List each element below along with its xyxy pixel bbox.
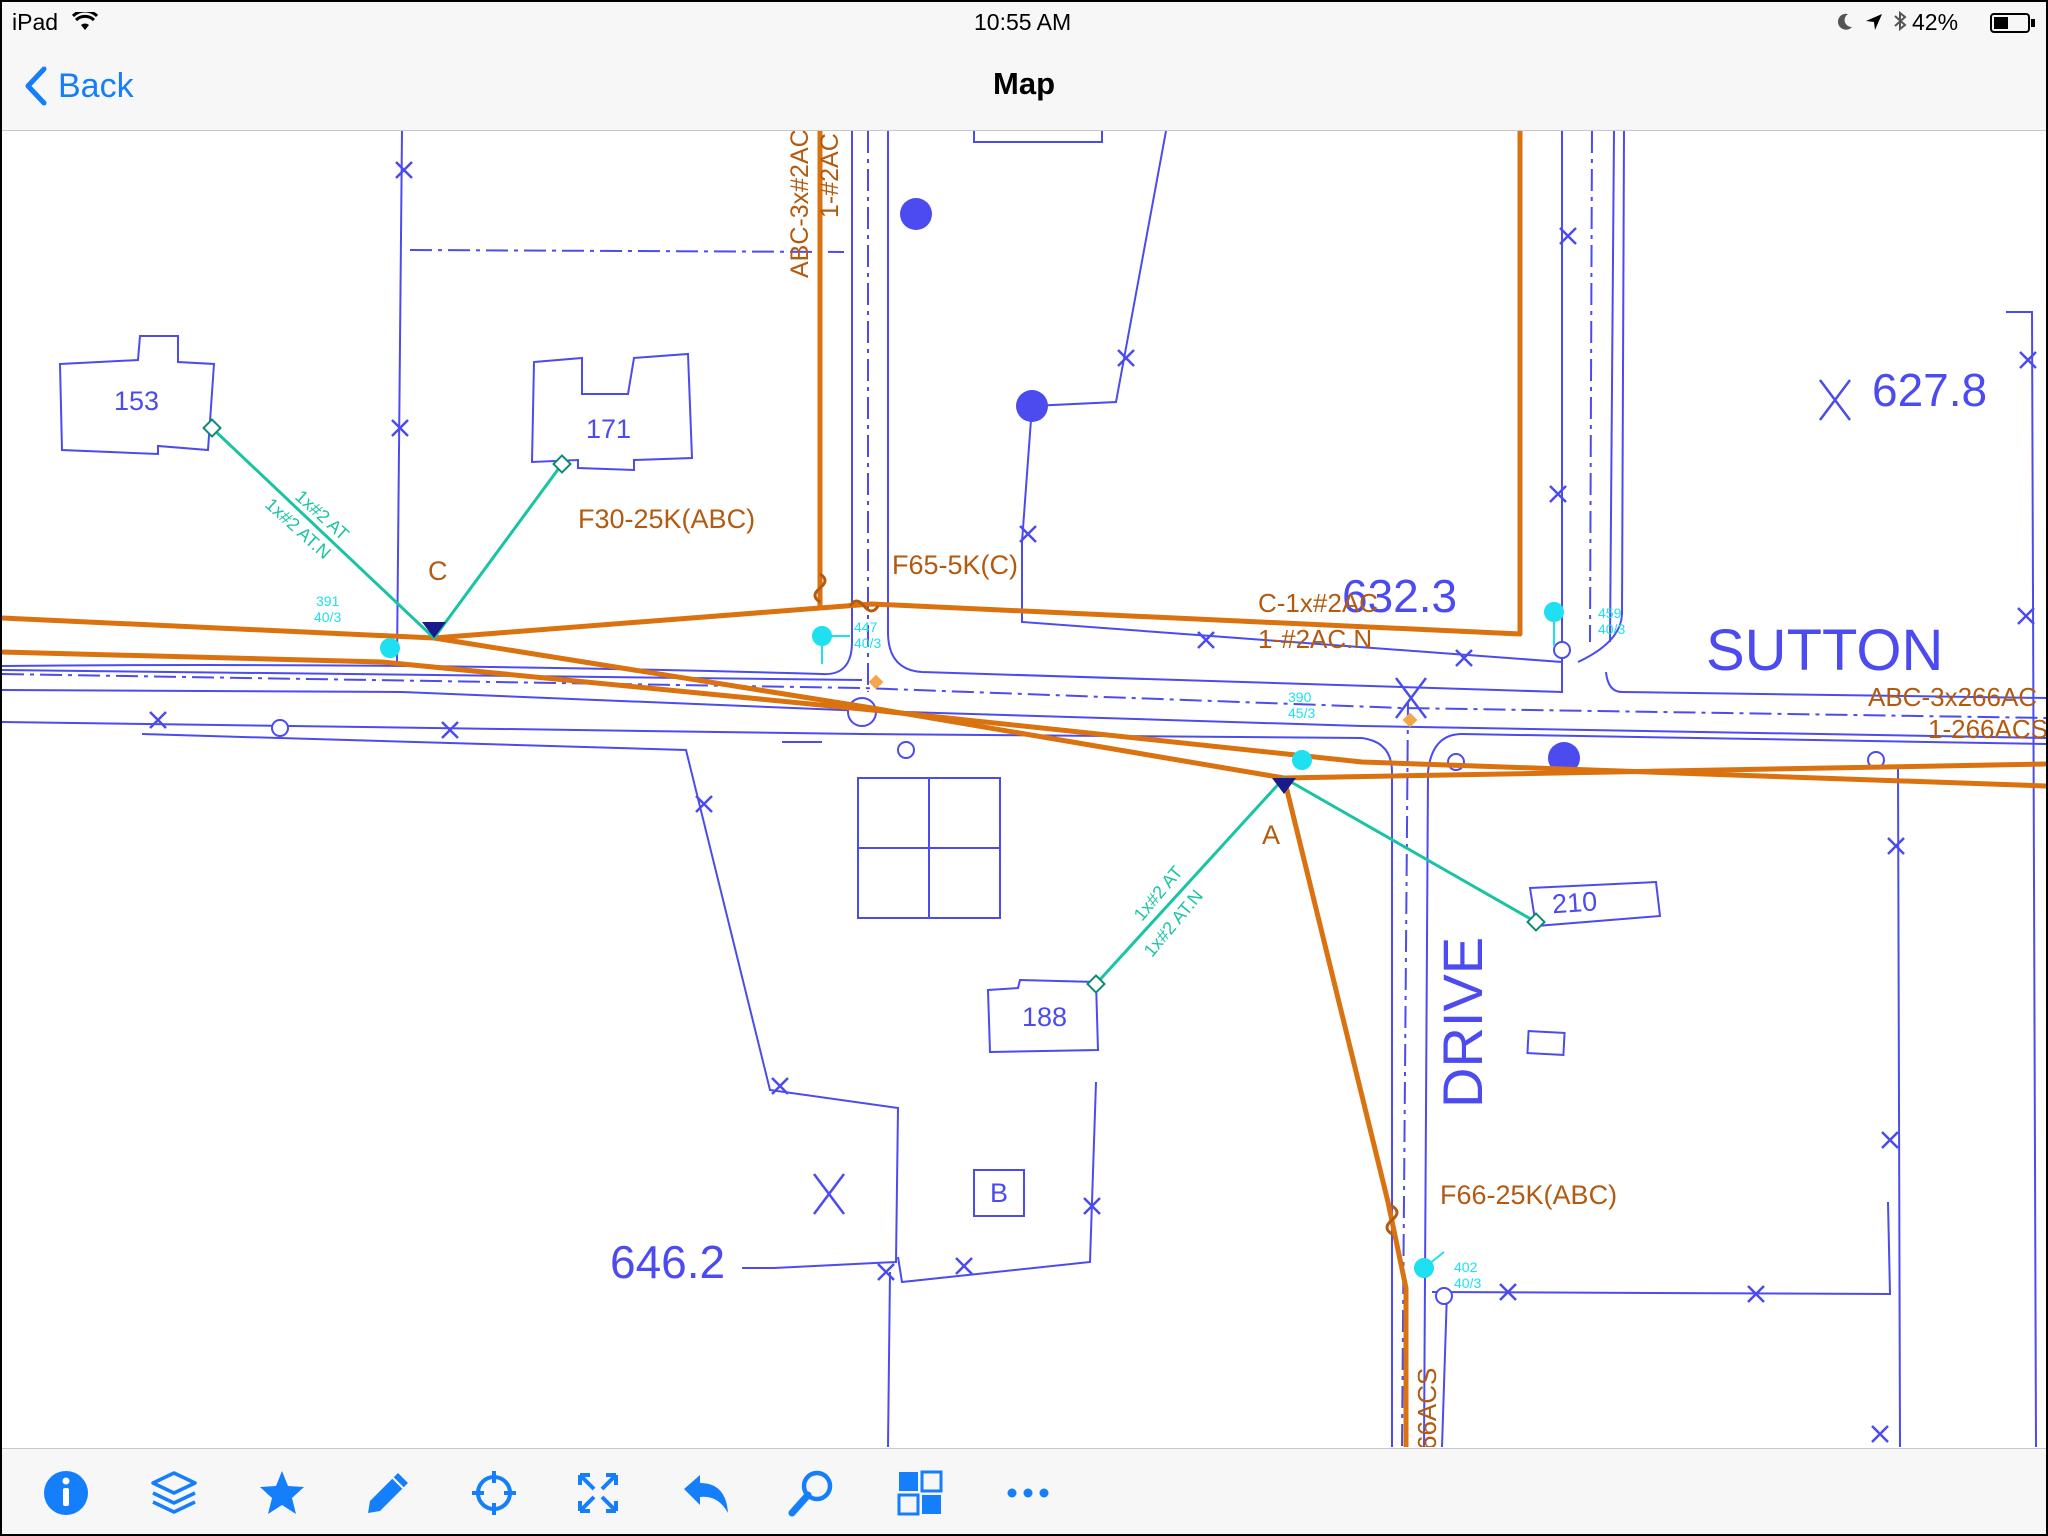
- hatched-dots: [900, 198, 1580, 774]
- map-view[interactable]: 627.8 632.3 646.2 SUTTON DRIVE 153 171 1…: [2, 129, 2046, 1450]
- lot-letter: B: [990, 1178, 1008, 1208]
- dashed-lines: [2, 130, 2046, 1448]
- lot-number: 153: [114, 386, 159, 416]
- pole-tag: 40/3: [1454, 1275, 1481, 1291]
- crosshair-icon[interactable]: [466, 1465, 522, 1521]
- pole-tag: 390: [1288, 689, 1312, 705]
- pole-tag: 40/3: [314, 609, 341, 625]
- map-canvas[interactable]: 627.8 632.3 646.2 SUTTON DRIVE 153 171 1…: [2, 129, 2046, 1450]
- primary-lines: [2, 131, 2046, 1447]
- elevation-label: 646.2: [610, 1236, 725, 1288]
- base-map-layer: [2, 130, 2046, 1448]
- map-labels: 627.8 632.3 646.2 SUTTON DRIVE 153 171 1…: [114, 129, 2046, 1450]
- battery-percent: 42%: [1912, 9, 1959, 35]
- battery-icon: [1990, 12, 2036, 39]
- bluetooth-icon: [1892, 10, 1908, 38]
- pole-tag: 40/3: [854, 635, 881, 651]
- expand-icon[interactable]: [570, 1465, 626, 1521]
- feeder-label: F66-25K(ABC): [1440, 1180, 1617, 1210]
- elevation-label: 627.8: [1872, 364, 1987, 416]
- x-markers: [149, 161, 2037, 1443]
- pencil-icon[interactable]: [360, 1465, 416, 1521]
- pole-label: C: [428, 556, 448, 586]
- pole-tag: 391: [316, 593, 340, 609]
- page-title: Map: [993, 66, 1055, 101]
- status-bar: iPad 10:55 AM 42%: [2, 2, 2046, 42]
- star-icon[interactable]: [254, 1465, 310, 1521]
- street-label-drive: DRIVE: [1431, 937, 1494, 1108]
- pole-tag: 40/3: [1598, 621, 1625, 637]
- conductor-label: 1-#2AC: [816, 133, 844, 218]
- conductor-label: ABC-3x#2AC: [786, 131, 814, 278]
- pole-symbols: [380, 602, 1564, 1278]
- info-icon[interactable]: [38, 1465, 94, 1521]
- conductor-label: 1-#2AC.N: [1258, 624, 1372, 654]
- lot-number: 210: [1551, 886, 1598, 919]
- device-name: iPad: [12, 9, 59, 35]
- street-label-sutton: SUTTON: [1706, 618, 1943, 683]
- search-icon[interactable]: [784, 1465, 840, 1521]
- undo-icon[interactable]: [678, 1465, 734, 1521]
- ipad-screen: iPad 10:55 AM 42% Back Map 627.8 632.3 6…: [0, 0, 2048, 1536]
- switch-symbols: [813, 572, 1399, 1236]
- lot-number: 188: [1022, 1002, 1067, 1032]
- conductor-label: ABC-3x266AC: [1868, 682, 2037, 712]
- pole-tag: 402: [1454, 1259, 1478, 1275]
- conductor-label: C-1x#2AC: [1258, 588, 1378, 618]
- wifi-icon: [71, 9, 99, 38]
- bottom-toolbar: [2, 1448, 2046, 1534]
- conductor-label: 66ACS: [1412, 1368, 1442, 1447]
- location-arrow-icon: [1864, 11, 1884, 38]
- clock: 10:55 AM: [974, 9, 1072, 35]
- feeder-label: F65-5K(C): [892, 550, 1018, 580]
- layers-icon[interactable]: [146, 1465, 202, 1521]
- conductor-label: 1-266ACS: [1928, 714, 2046, 744]
- moon-icon: [1836, 11, 1854, 38]
- grid-icon[interactable]: [892, 1465, 948, 1521]
- pole-tag: 45/3: [1288, 705, 1315, 721]
- pole-label: A: [1262, 820, 1280, 850]
- more-icon[interactable]: [1000, 1465, 1056, 1521]
- lot-number: 171: [586, 414, 631, 444]
- nav-bar: Back Map: [2, 42, 2046, 131]
- pole-tag: 447: [854, 619, 878, 635]
- pole-tag: 459: [1598, 605, 1622, 621]
- feeder-label: F30-25K(ABC): [578, 504, 755, 534]
